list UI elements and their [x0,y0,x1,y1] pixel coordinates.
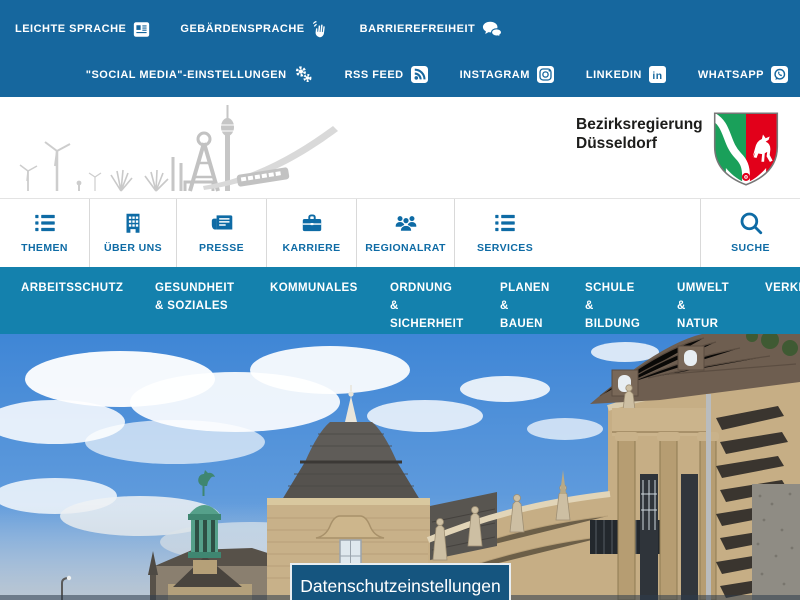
nav-label-themen: THEMEN [21,242,68,254]
nav-item-services[interactable]: SERVICES [455,199,700,267]
topic-verkehr[interactable]: VERKEHR [765,279,800,334]
building-icon [120,210,146,236]
search-icon [738,210,764,236]
page: LEICHTE SPRACHE GEBÄRDENSPRACHE BARRIERE… [0,0,800,600]
svg-text:in: in [652,71,662,82]
topic-ordnung-sicherheit[interactable]: ORDNUNG & SICHERHEIT [390,279,500,334]
accessibility-links-row: LEICHTE SPRACHE GEBÄRDENSPRACHE BARRIERE… [0,0,800,48]
nav-label-ueber-uns: ÜBER UNS [104,242,162,254]
nav-label-karriere: KARRIERE [282,242,340,254]
topic-planen-bauen[interactable]: PLANEN & BAUEN [500,279,585,334]
newspaper-icon [209,210,235,236]
nav-label-presse: PRESSE [199,242,244,254]
social-media-settings-label: "SOCIAL MEDIA"-EINSTELLUNGEN [86,69,287,81]
whatsapp-link[interactable]: WHATSAPP [698,66,788,83]
linkedin-icon: in [649,66,666,83]
instagram-icon [537,66,554,83]
linkedin-link[interactable]: LINKEDIN in [586,66,666,83]
nav-item-regionalrat[interactable]: REGIONALRAT [357,199,455,267]
org-name-line1: Bezirksregierung [576,115,703,134]
org-name-line2: Düsseldorf [576,134,703,153]
social-links-row: "SOCIAL MEDIA"-EINSTELLUNGEN RSS FEED IN… [0,48,800,97]
top-bar: LEICHTE SPRACHE GEBÄRDENSPRACHE BARRIERE… [0,0,800,97]
linkedin-label: LINKEDIN [586,69,642,81]
accessibility-link[interactable]: BARRIEREFREIHEIT [360,21,503,38]
rss-feed-link[interactable]: RSS FEED [345,66,428,83]
list-icon [492,210,518,236]
topic-gesundheit-soziales[interactable]: GESUNDHEIT & SOZIALES [155,279,270,334]
nrw-coat-of-arms-icon [710,111,782,192]
nav-item-search[interactable]: SUCHE [700,199,800,267]
building-photo-illustration [0,334,800,600]
nav-item-presse[interactable]: PRESSE [177,199,267,267]
nav-item-karriere[interactable]: KARRIERE [267,199,357,267]
topic-umwelt-natur[interactable]: UMWELT & NATUR [677,279,765,334]
nav-label-services: SERVICES [477,242,533,254]
accessibility-icon [482,21,502,38]
easy-language-icon [133,21,150,38]
nav-label-regionalrat: REGIONALRAT [365,242,446,254]
topic-schule-bildung[interactable]: SCHULE & BILDUNG [585,279,677,334]
instagram-label: INSTAGRAM [460,69,530,81]
nav-label-search: SUCHE [731,242,770,254]
people-icon [393,210,419,236]
main-navigation: THEMEN ÜBER UNS PRESSE KARRIERE REGIONAL… [0,199,800,267]
nav-item-ueber-uns[interactable]: ÜBER UNS [90,199,177,267]
rss-feed-label: RSS FEED [345,69,404,81]
whatsapp-label: WHATSAPP [698,69,764,81]
sign-language-label: GEBÄRDENSPRACHE [180,23,304,35]
topic-kommunales[interactable]: KOMMUNALES [270,279,390,334]
instagram-link[interactable]: INSTAGRAM [460,66,554,83]
list-icon [32,210,58,236]
topic-navigation: ARBEITSSCHUTZ GESUNDHEIT & SOZIALES KOMM… [0,267,800,334]
sign-language-link[interactable]: GEBÄRDENSPRACHE [180,20,329,38]
nav-item-themen[interactable]: THEMEN [0,199,90,267]
site-logo[interactable]: Bezirksregierung Düsseldorf [576,115,703,153]
rss-icon [411,66,428,83]
hero-photo: Datenschutzeinstellungen [0,334,800,600]
easy-language-link[interactable]: LEICHTE SPRACHE [15,21,150,38]
gears-icon [294,65,313,84]
skyline-illustration [0,101,540,198]
site-header: Bezirksregierung Düsseldorf [0,97,800,199]
accessibility-label: BARRIEREFREIHEIT [360,23,476,35]
topic-arbeitsschutz[interactable]: ARBEITSSCHUTZ [21,279,155,334]
easy-language-label: LEICHTE SPRACHE [15,23,126,35]
sign-language-icon [312,20,330,38]
privacy-settings-button[interactable]: Datenschutzeinstellungen [290,563,511,600]
briefcase-icon [299,210,325,236]
social-media-settings-link[interactable]: "SOCIAL MEDIA"-EINSTELLUNGEN [86,65,313,84]
whatsapp-icon [771,66,788,83]
